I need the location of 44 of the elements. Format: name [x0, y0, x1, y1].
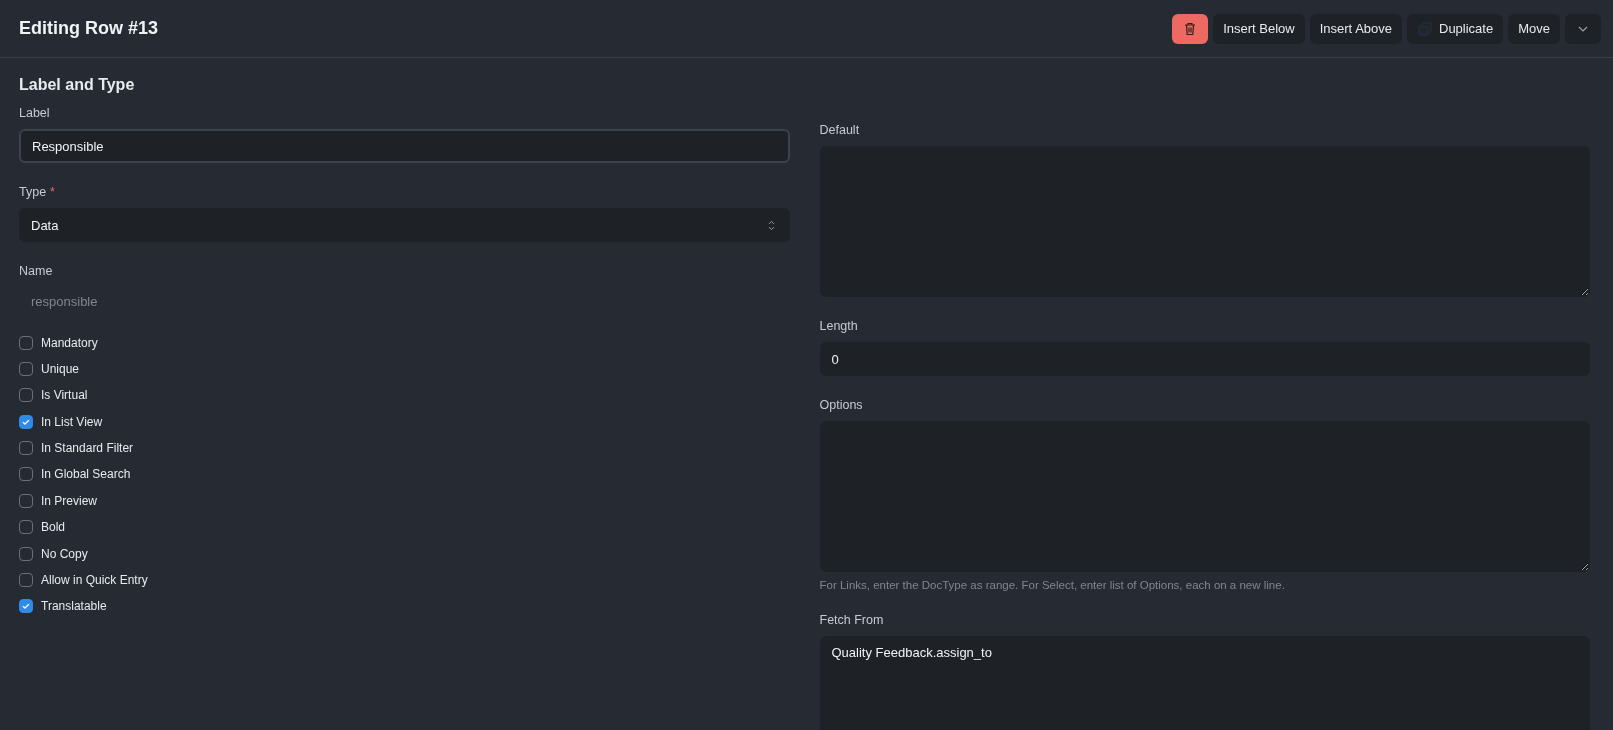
checkbox-label: In Standard Filter [41, 441, 134, 456]
checkbox-label: In Global Search [41, 467, 131, 482]
toolbar-button[interactable]: Insert Below [1213, 13, 1305, 44]
field-label: Type [19, 185, 47, 199]
checkbox-label: Mandatory [41, 335, 98, 350]
duplicate-button[interactable]: Duplicate [1407, 13, 1504, 44]
text-field[interactable]: responsible [19, 287, 790, 315]
checkbox-label: In Preview [41, 493, 98, 508]
checkbox-label: Allow in Quick Entry [41, 573, 148, 587]
dropdown-button[interactable] [1565, 13, 1601, 44]
delete-button[interactable] [1172, 13, 1209, 44]
field-label: Default [819, 123, 861, 137]
field-label: Label [19, 106, 51, 120]
checkbox-label: Unique [41, 361, 80, 376]
checkbox-label: Translatable [41, 599, 107, 614]
checkbox-label: In List View [41, 414, 103, 429]
checkbox[interactable] [19, 335, 33, 350]
text-field[interactable]: Responsible [19, 129, 790, 163]
section-title: Label and Type [19, 76, 136, 94]
checkbox[interactable] [19, 493, 33, 508]
text-area[interactable]: Quality Feedback.assign_to [819, 636, 1590, 730]
page-title: Editing Row #13 [19, 18, 159, 39]
checkbox[interactable] [19, 467, 33, 482]
select-field[interactable]: Data [19, 208, 790, 242]
checkbox[interactable] [19, 546, 33, 561]
field-label: Options [819, 398, 864, 412]
checkbox[interactable] [19, 599, 33, 614]
toolbar-button[interactable]: Move [1508, 13, 1560, 44]
checkbox-label: Is Virtual [41, 388, 88, 403]
text-field[interactable]: 0 [819, 342, 1590, 376]
required-mark: * [50, 185, 55, 199]
checkbox-label: No Copy [41, 546, 88, 561]
checkbox[interactable] [19, 388, 33, 403]
checkbox[interactable] [19, 414, 33, 429]
field-label: Name [19, 264, 54, 278]
checkbox[interactable] [19, 441, 33, 456]
checkbox-label: Bold [41, 520, 66, 535]
field-label: Length [819, 319, 859, 333]
help-text: For Links, enter the DocType as range. For Select, enter list of Options, each on a new line. [819, 579, 1286, 591]
checkbox[interactable] [19, 361, 33, 376]
checkbox[interactable] [19, 520, 33, 535]
checkbox[interactable] [19, 573, 33, 587]
field-label: Fetch From [819, 613, 885, 627]
toolbar-button[interactable]: Insert Above [1309, 13, 1402, 44]
